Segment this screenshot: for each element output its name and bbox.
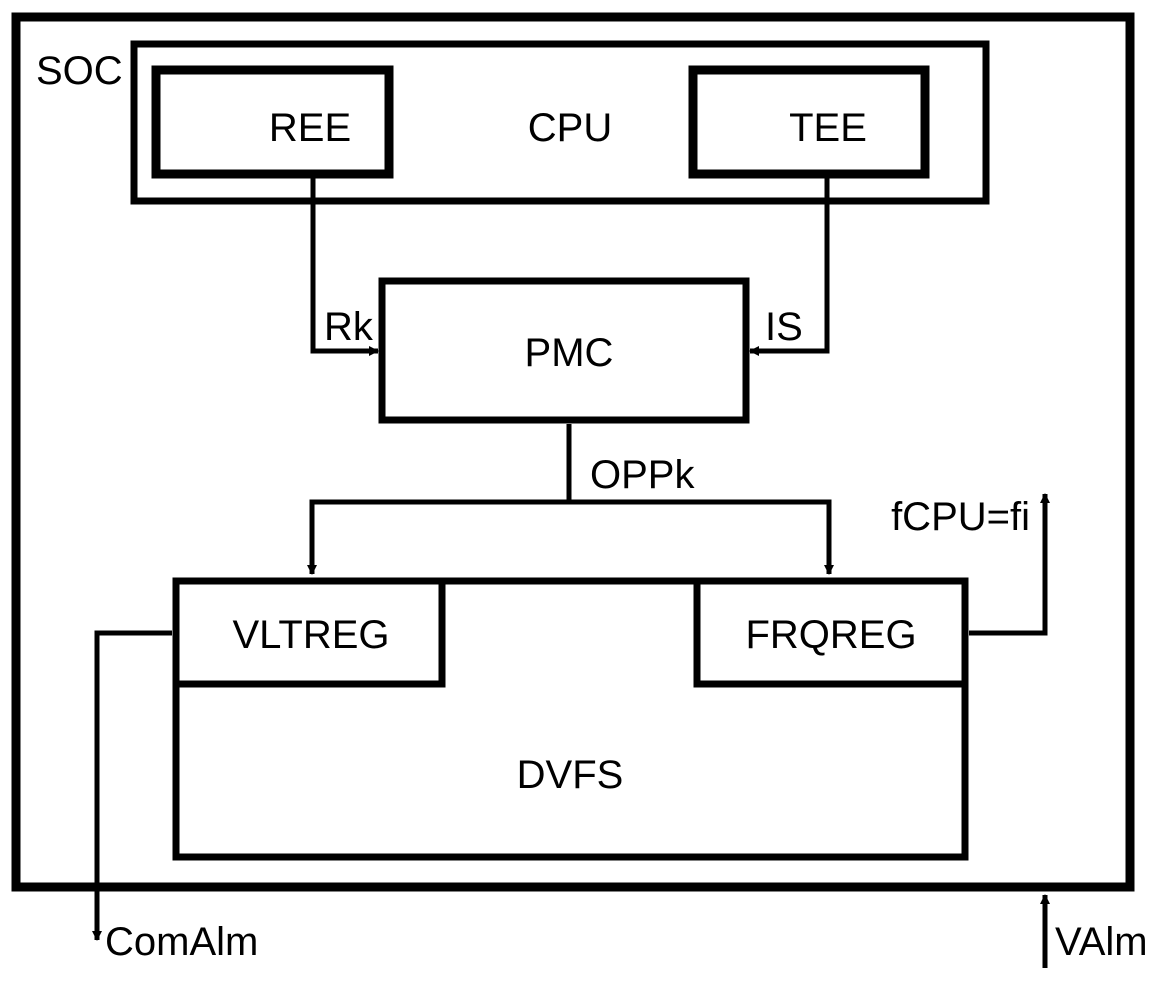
- pmc-label: PMC: [525, 331, 614, 375]
- ree-label: REE: [269, 106, 351, 150]
- frqreg-label: FRQREG: [745, 613, 916, 657]
- oppk-vltreg-wire: [307, 499, 569, 575]
- cpu-label: CPU: [528, 106, 612, 150]
- tee-label: TEE: [789, 106, 867, 150]
- valm-label: VAlm: [1055, 920, 1148, 964]
- soc-block-diagram: SOC CPU REE TEE PMC Rk IS OPPk DVFS VLTR…: [11, 12, 1148, 968]
- is-label: IS: [765, 305, 803, 349]
- dvfs-label: DVFS: [517, 753, 624, 797]
- rk-label: Rk: [324, 305, 374, 349]
- oppk-frqreg-wire: [569, 499, 834, 575]
- comalm-label: ComAlm: [105, 920, 258, 964]
- fcpu-label: fCPU=fi: [891, 495, 1030, 539]
- vltreg-label: VLTREG: [232, 613, 389, 657]
- oppk-label: OPPk: [590, 453, 695, 497]
- soc-label: SOC: [36, 49, 123, 93]
- comalm-wire: [92, 630, 172, 941]
